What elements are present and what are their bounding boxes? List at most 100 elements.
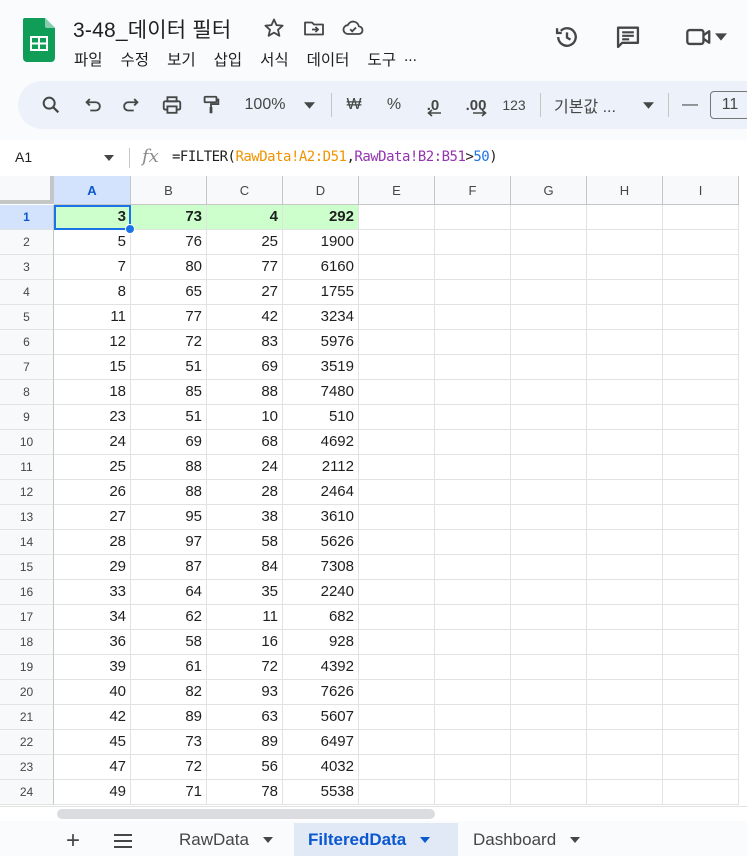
- cell-c8[interactable]: 88: [207, 380, 283, 405]
- meet-button[interactable]: [680, 22, 732, 52]
- row-header[interactable]: 24: [0, 780, 54, 805]
- cell-b9[interactable]: 51: [131, 405, 207, 430]
- cell-h4[interactable]: [587, 280, 663, 305]
- row-header[interactable]: 11: [0, 455, 54, 480]
- cell-c11[interactable]: 24: [207, 455, 283, 480]
- cell-g13[interactable]: [511, 505, 587, 530]
- row-header[interactable]: 14: [0, 530, 54, 555]
- cell-i1[interactable]: [663, 205, 739, 230]
- row-header[interactable]: 6: [0, 330, 54, 355]
- cell-i15[interactable]: [663, 555, 739, 580]
- cell-e9[interactable]: [359, 405, 435, 430]
- cell-f20[interactable]: [435, 680, 511, 705]
- cell-f19[interactable]: [435, 655, 511, 680]
- print-button[interactable]: [157, 81, 187, 129]
- cell-g8[interactable]: [511, 380, 587, 405]
- cell-i6[interactable]: [663, 330, 739, 355]
- cell-i7[interactable]: [663, 355, 739, 380]
- cell-i5[interactable]: [663, 305, 739, 330]
- cell-a4[interactable]: 8: [54, 280, 131, 305]
- cell-i14[interactable]: [663, 530, 739, 555]
- cell-c4[interactable]: 27: [207, 280, 283, 305]
- cell-g21[interactable]: [511, 705, 587, 730]
- zoom-dropdown[interactable]: [301, 81, 317, 129]
- more-formats-button[interactable]: 123: [500, 81, 528, 129]
- cell-f15[interactable]: [435, 555, 511, 580]
- cell-c18[interactable]: 16: [207, 630, 283, 655]
- fill-handle[interactable]: [125, 224, 135, 234]
- cell-c13[interactable]: 38: [207, 505, 283, 530]
- cell-b23[interactable]: 72: [131, 755, 207, 780]
- cell-d20[interactable]: 7626: [283, 680, 359, 705]
- cell-a2[interactable]: 5: [54, 230, 131, 255]
- cell-g12[interactable]: [511, 480, 587, 505]
- cell-a21[interactable]: 42: [54, 705, 131, 730]
- cell-b24[interactable]: 71: [131, 780, 207, 805]
- cell-h2[interactable]: [587, 230, 663, 255]
- cloud-saved-icon[interactable]: [341, 16, 365, 40]
- cell-a1[interactable]: 3: [54, 205, 131, 230]
- cell-h15[interactable]: [587, 555, 663, 580]
- zoom-value[interactable]: 100%: [240, 81, 290, 129]
- cell-g4[interactable]: [511, 280, 587, 305]
- cell-a8[interactable]: 18: [54, 380, 131, 405]
- cell-c16[interactable]: 35: [207, 580, 283, 605]
- cell-c3[interactable]: 77: [207, 255, 283, 280]
- cell-h5[interactable]: [587, 305, 663, 330]
- cell-b1[interactable]: 73: [131, 205, 207, 230]
- menu-view[interactable]: 보기: [167, 48, 196, 70]
- cell-a24[interactable]: 49: [54, 780, 131, 805]
- cell-b19[interactable]: 61: [131, 655, 207, 680]
- cell-d5[interactable]: 3234: [283, 305, 359, 330]
- cell-d14[interactable]: 5626: [283, 530, 359, 555]
- cell-g3[interactable]: [511, 255, 587, 280]
- cell-g11[interactable]: [511, 455, 587, 480]
- cell-e12[interactable]: [359, 480, 435, 505]
- cell-b15[interactable]: 87: [131, 555, 207, 580]
- cell-i3[interactable]: [663, 255, 739, 280]
- cell-d7[interactable]: 3519: [283, 355, 359, 380]
- cell-e13[interactable]: [359, 505, 435, 530]
- paint-format-button[interactable]: [196, 81, 226, 129]
- cell-h19[interactable]: [587, 655, 663, 680]
- cell-f14[interactable]: [435, 530, 511, 555]
- cell-f2[interactable]: [435, 230, 511, 255]
- scrollbar-thumb[interactable]: [57, 809, 435, 819]
- row-header[interactable]: 9: [0, 405, 54, 430]
- cell-h14[interactable]: [587, 530, 663, 555]
- menu-more[interactable]: ...: [404, 48, 417, 70]
- cell-c19[interactable]: 72: [207, 655, 283, 680]
- cell-d6[interactable]: 5976: [283, 330, 359, 355]
- cell-b7[interactable]: 51: [131, 355, 207, 380]
- cell-e24[interactable]: [359, 780, 435, 805]
- search-menus-button[interactable]: [36, 81, 66, 129]
- select-all-corner[interactable]: [0, 176, 54, 204]
- cell-f6[interactable]: [435, 330, 511, 355]
- add-sheet-button[interactable]: +: [58, 827, 88, 855]
- row-header[interactable]: 23: [0, 755, 54, 780]
- cell-a3[interactable]: 7: [54, 255, 131, 280]
- cell-f10[interactable]: [435, 430, 511, 455]
- cell-h21[interactable]: [587, 705, 663, 730]
- cell-a7[interactable]: 15: [54, 355, 131, 380]
- cell-b17[interactable]: 62: [131, 605, 207, 630]
- cell-c17[interactable]: 11: [207, 605, 283, 630]
- cell-a12[interactable]: 26: [54, 480, 131, 505]
- cell-e2[interactable]: [359, 230, 435, 255]
- cell-b14[interactable]: 97: [131, 530, 207, 555]
- cell-g5[interactable]: [511, 305, 587, 330]
- cell-c23[interactable]: 56: [207, 755, 283, 780]
- row-header[interactable]: 17: [0, 605, 54, 630]
- cell-a19[interactable]: 39: [54, 655, 131, 680]
- cell-d9[interactable]: 510: [283, 405, 359, 430]
- cell-a20[interactable]: 40: [54, 680, 131, 705]
- cell-d4[interactable]: 1755: [283, 280, 359, 305]
- cell-d1[interactable]: 292: [283, 205, 359, 230]
- version-history-button[interactable]: [552, 22, 582, 52]
- sheet-tab-dashboard[interactable]: Dashboard: [459, 823, 609, 856]
- cell-g17[interactable]: [511, 605, 587, 630]
- cell-a13[interactable]: 27: [54, 505, 131, 530]
- cell-f24[interactable]: [435, 780, 511, 805]
- cell-i23[interactable]: [663, 755, 739, 780]
- cell-i24[interactable]: [663, 780, 739, 805]
